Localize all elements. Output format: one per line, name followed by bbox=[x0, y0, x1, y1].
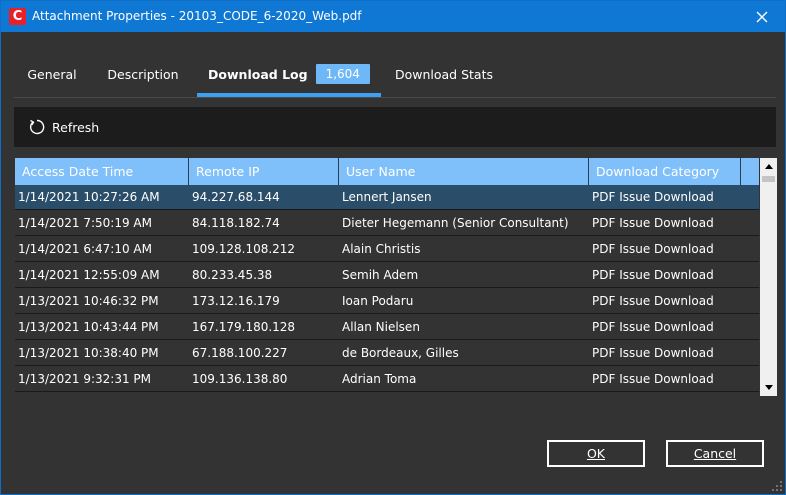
close-button[interactable] bbox=[739, 1, 785, 32]
arrow-up-icon bbox=[764, 164, 773, 169]
table-row[interactable]: 1/14/2021 12:55:09 AM 80.233.45.38 Semih… bbox=[15, 263, 759, 288]
cell-access-date-time: 1/14/2021 12:55:09 AM bbox=[18, 268, 160, 282]
title-bar: C Attachment Properties - 20103_CODE_6-2… bbox=[1, 1, 785, 32]
cell-user-name: Alain Christis bbox=[342, 242, 421, 256]
cell-user-name: de Bordeaux, Gilles bbox=[342, 346, 459, 360]
cell-user-name: Semih Adem bbox=[342, 268, 419, 282]
cell-download-category: PDF Issue Download bbox=[592, 190, 714, 204]
cell-download-category: PDF Issue Download bbox=[592, 320, 714, 334]
tab-description[interactable]: Description bbox=[98, 61, 188, 94]
cell-download-category: PDF Issue Download bbox=[592, 294, 714, 308]
table-row[interactable]: 1/14/2021 7:50:19 AM 84.118.182.74 Diete… bbox=[15, 211, 759, 236]
table-row[interactable]: 1/14/2021 10:27:26 AM 94.227.68.144 Lenn… bbox=[15, 185, 759, 210]
cell-download-category: PDF Issue Download bbox=[592, 346, 714, 360]
cell-access-date-time: 1/13/2021 10:43:44 PM bbox=[18, 320, 159, 334]
table-row[interactable]: 1/13/2021 10:38:40 PM 67.188.100.227 de … bbox=[15, 341, 759, 366]
cell-access-date-time: 1/13/2021 9:32:31 PM bbox=[18, 372, 152, 386]
toolbar: Refresh bbox=[14, 107, 776, 147]
app-logo-icon: C bbox=[9, 8, 26, 25]
column-header-remote-ip[interactable]: Remote IP bbox=[189, 158, 339, 185]
cell-access-date-time: 1/14/2021 6:47:10 AM bbox=[18, 242, 152, 256]
cell-user-name: Lennert Jansen bbox=[342, 190, 432, 204]
cell-remote-ip: 173.12.16.179 bbox=[192, 294, 280, 308]
column-header-access-date-time[interactable]: Access Date Time bbox=[15, 158, 189, 185]
tab-download-stats[interactable]: Download Stats bbox=[388, 61, 500, 94]
cell-user-name: Adrian Toma bbox=[342, 372, 417, 386]
attachment-properties-window: C Attachment Properties - 20103_CODE_6-2… bbox=[0, 0, 786, 495]
cell-access-date-time: 1/14/2021 7:50:19 AM bbox=[18, 216, 152, 230]
cell-access-date-time: 1/14/2021 10:27:26 AM bbox=[18, 190, 160, 204]
tab-download-log[interactable]: Download Log 1,604 bbox=[197, 61, 381, 97]
arrow-down-icon bbox=[764, 385, 773, 390]
table-header: Access Date Time Remote IP User Name Dow… bbox=[15, 158, 759, 185]
table-row[interactable]: 1/13/2021 10:46:32 PM 173.12.16.179 Ioan… bbox=[15, 289, 759, 314]
cell-download-category: PDF Issue Download bbox=[592, 372, 714, 386]
scroll-thumb[interactable] bbox=[762, 176, 775, 182]
window-title: Attachment Properties - 20103_CODE_6-202… bbox=[32, 9, 362, 23]
cell-download-category: PDF Issue Download bbox=[592, 216, 714, 230]
tab-bar: General Description Download Log 1,604 Do… bbox=[14, 61, 776, 98]
column-header-user-name[interactable]: User Name bbox=[339, 158, 589, 185]
cell-remote-ip: 67.188.100.227 bbox=[192, 346, 288, 360]
tab-general[interactable]: General bbox=[14, 61, 90, 94]
refresh-icon bbox=[29, 119, 45, 135]
refresh-button[interactable]: Refresh bbox=[28, 116, 99, 138]
cell-user-name: Allan Nielsen bbox=[342, 320, 420, 334]
download-log-table: Access Date Time Remote IP User Name Dow… bbox=[15, 158, 777, 396]
cell-user-name: Ioan Podaru bbox=[342, 294, 414, 308]
table-row[interactable]: 1/13/2021 10:43:44 PM 167.179.180.128 Al… bbox=[15, 315, 759, 340]
resize-grip-icon[interactable] bbox=[771, 480, 783, 492]
cell-download-category: PDF Issue Download bbox=[592, 242, 714, 256]
cell-user-name: Dieter Hegemann (Senior Consultant) bbox=[342, 216, 569, 230]
table-row[interactable]: 1/14/2021 6:47:10 AM 109.128.108.212 Ala… bbox=[15, 237, 759, 262]
cell-remote-ip: 167.179.180.128 bbox=[192, 320, 296, 334]
table-body: 1/14/2021 10:27:26 AM 94.227.68.144 Lenn… bbox=[15, 185, 759, 396]
table-row[interactable]: 1/13/2021 9:32:31 PM 109.136.138.80 Adri… bbox=[15, 367, 759, 392]
cell-access-date-time: 1/13/2021 10:46:32 PM bbox=[18, 294, 159, 308]
cell-download-category: PDF Issue Download bbox=[592, 268, 714, 282]
cell-remote-ip: 84.118.182.74 bbox=[192, 216, 280, 230]
cancel-button[interactable]: Cancel bbox=[666, 440, 764, 467]
download-count-badge: 1,604 bbox=[315, 64, 370, 84]
cell-remote-ip: 80.233.45.38 bbox=[192, 268, 273, 282]
ok-button[interactable]: OK bbox=[547, 440, 645, 467]
cell-access-date-time: 1/13/2021 10:38:40 PM bbox=[18, 346, 159, 360]
cell-remote-ip: 109.136.138.80 bbox=[192, 372, 288, 386]
vertical-scrollbar[interactable] bbox=[760, 158, 777, 396]
column-header-download-category[interactable]: Download Category bbox=[589, 158, 741, 185]
close-icon bbox=[756, 11, 768, 22]
cell-remote-ip: 94.227.68.144 bbox=[192, 190, 280, 204]
scroll-down-button[interactable] bbox=[760, 379, 777, 396]
scroll-up-button[interactable] bbox=[760, 158, 777, 175]
cell-remote-ip: 109.128.108.212 bbox=[192, 242, 296, 256]
refresh-label: Refresh bbox=[52, 119, 100, 135]
